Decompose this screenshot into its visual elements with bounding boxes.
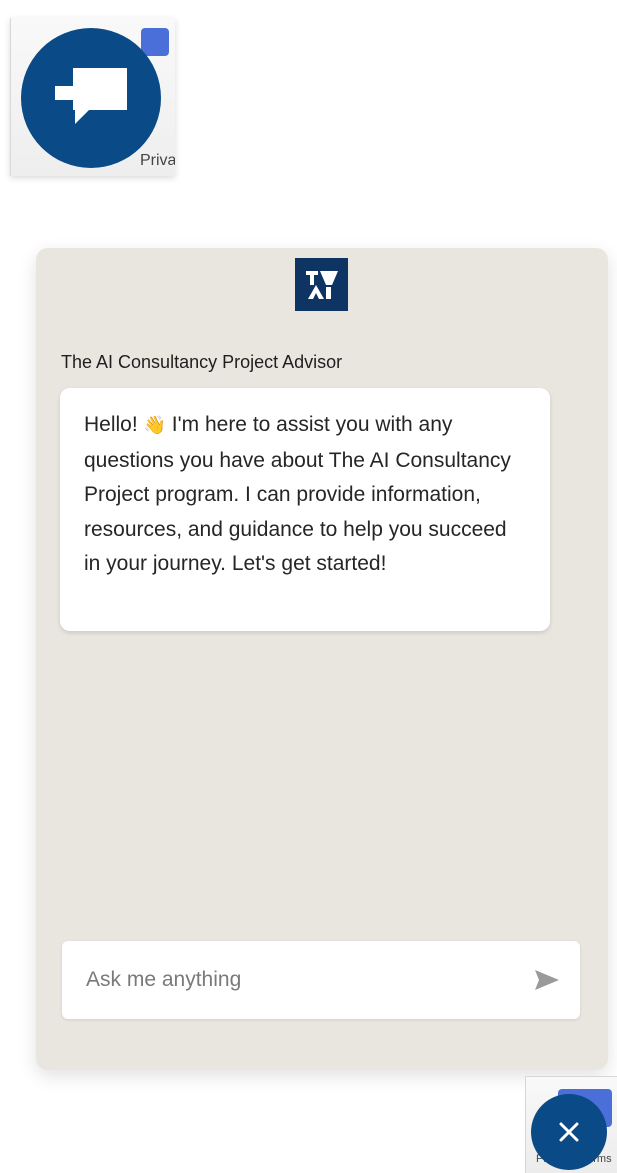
chat-window: The AI Consultancy Project Advisor Hello… (36, 248, 608, 1070)
send-button[interactable] (532, 966, 562, 994)
waving-hand-icon: 👋 (143, 415, 166, 436)
advisor-logo (295, 258, 348, 311)
bot-message: Hello! 👋 I'm here to assist you with any… (60, 388, 550, 631)
message-input-container (62, 941, 580, 1019)
chat-bubble-icon (55, 68, 127, 124)
message-text-start: Hello! (84, 413, 144, 436)
message-text-rest: I'm here to assist you with any question… (84, 413, 511, 575)
recaptcha-privacy-terms[interactable]: Privacy - Terms (140, 152, 175, 170)
recaptcha-logo-icon (141, 28, 169, 56)
advisor-name: The AI Consultancy Project Advisor (61, 352, 343, 372)
message-input[interactable] (86, 941, 506, 1019)
advisor-logo-icon (305, 270, 338, 299)
send-icon (535, 970, 559, 990)
chat-close-button[interactable] (531, 1094, 607, 1170)
close-icon (559, 1122, 579, 1142)
chat-launcher-button[interactable] (21, 28, 161, 168)
